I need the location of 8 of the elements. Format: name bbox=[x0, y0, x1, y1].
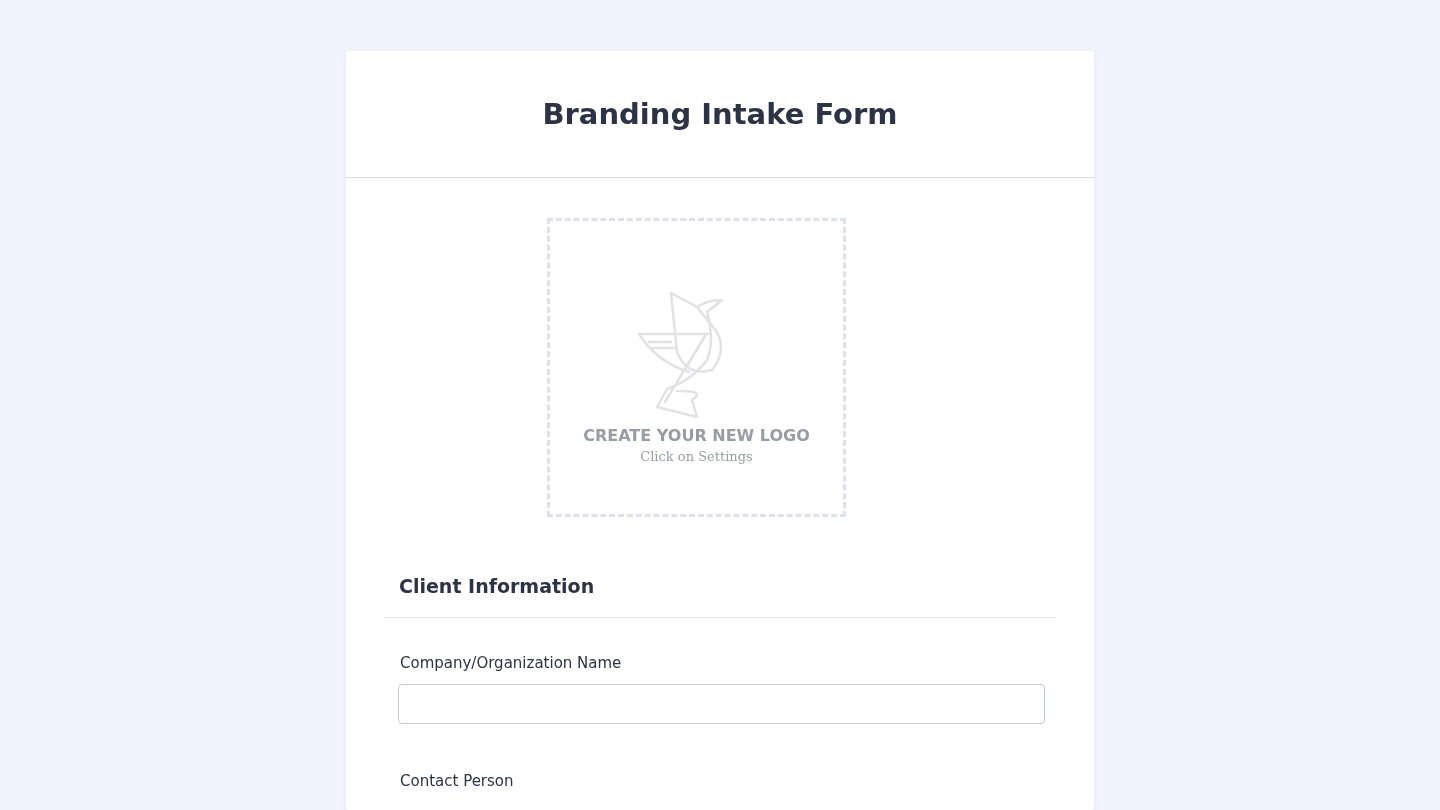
field-label: Contact Person bbox=[400, 772, 515, 790]
logo-heading: CREATE YOUR NEW LOGO bbox=[583, 425, 810, 445]
input-field[interactable] bbox=[398, 684, 1045, 724]
logo-placeholder[interactable]: CREATE YOUR NEW LOGO Click on Settings bbox=[547, 218, 846, 517]
field-label: Company/Organization Name bbox=[400, 654, 623, 672]
form-title: Branding Intake Form bbox=[542, 97, 898, 131]
logo-hint: Click on Settings bbox=[640, 448, 753, 464]
section-heading: Client Information bbox=[399, 575, 596, 597]
